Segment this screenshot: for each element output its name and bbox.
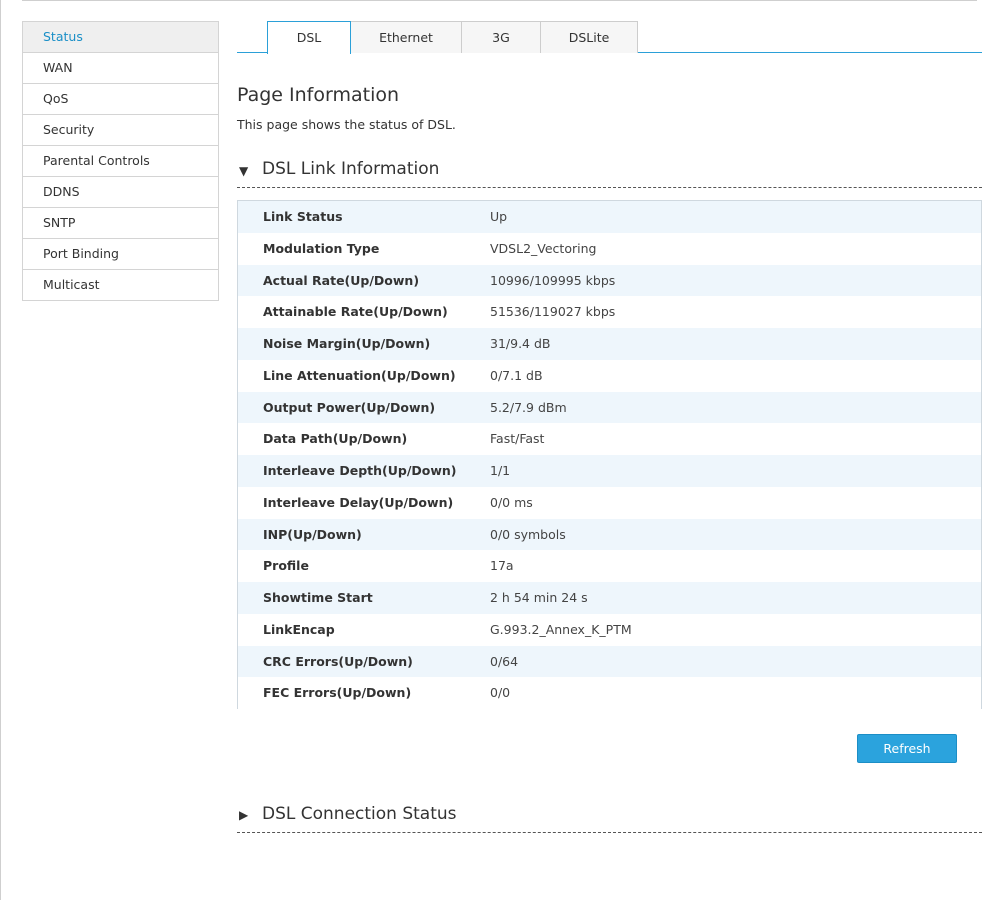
triangle-down-icon: ▼ bbox=[239, 164, 249, 178]
tab-dsl[interactable]: DSL bbox=[267, 21, 351, 54]
table-row: Actual Rate(Up/Down) 10996/109995 kbps bbox=[238, 264, 981, 297]
sidebar-item-ddns[interactable]: DDNS bbox=[23, 177, 218, 208]
row-value: 0/7.1 dB bbox=[490, 367, 543, 383]
row-value: G.993.2_Annex_K_PTM bbox=[490, 621, 632, 637]
row-label: Profile bbox=[263, 558, 309, 574]
row-value: 17a bbox=[490, 558, 514, 574]
row-value: 0/64 bbox=[490, 653, 519, 669]
row-value: 2 h 54 min 24 s bbox=[490, 590, 588, 605]
sidebar-item-security[interactable]: Security bbox=[23, 115, 218, 146]
row-label: Showtime Start bbox=[263, 590, 373, 605]
row-label: Data Path(Up/Down) bbox=[263, 431, 408, 447]
row-value: Up bbox=[490, 209, 508, 224]
table-row: Showtime Start 2 h 54 min 24 s bbox=[238, 582, 981, 614]
sidebar-item-parental-controls[interactable]: Parental Controls bbox=[23, 146, 218, 177]
row-value: 1/1 bbox=[490, 463, 511, 478]
refresh-button[interactable]: Refresh bbox=[857, 734, 957, 763]
table-row: Attainable Rate(Up/Down) 51536/119027 kb… bbox=[238, 296, 981, 328]
row-value: 0/0 bbox=[490, 685, 511, 701]
table-row: Data Path(Up/Down) Fast/Fast bbox=[238, 423, 981, 455]
row-label: Modulation Type bbox=[263, 240, 380, 256]
row-label: Actual Rate(Up/Down) bbox=[263, 272, 420, 288]
sidebar-nav: Status WAN QoS Security Parental Control… bbox=[22, 21, 219, 301]
row-label: FEC Errors(Up/Down) bbox=[263, 685, 412, 701]
table-row: CRC Errors(Up/Down) 0/64 bbox=[238, 645, 981, 678]
row-value: Fast/Fast bbox=[490, 431, 545, 447]
tab-3g[interactable]: 3G bbox=[461, 21, 541, 53]
row-label: Output Power(Up/Down) bbox=[263, 399, 436, 415]
table-row: Line Attenuation(Up/Down) 0/7.1 dB bbox=[238, 359, 981, 392]
triangle-right-icon: ▶ bbox=[239, 808, 249, 822]
row-label: CRC Errors(Up/Down) bbox=[263, 653, 413, 669]
table-row: Output Power(Up/Down) 5.2/7.9 dBm bbox=[238, 391, 981, 424]
table-row: Noise Margin(Up/Down) 31/9.4 dB bbox=[238, 328, 981, 360]
tab-ethernet[interactable]: Ethernet bbox=[350, 21, 462, 53]
tab-dslite[interactable]: DSLite bbox=[540, 21, 638, 53]
sidebar-item-status[interactable]: Status bbox=[23, 22, 218, 53]
sidebar-item-port-binding[interactable]: Port Binding bbox=[23, 239, 218, 270]
table-row: INP(Up/Down) 0/0 symbols bbox=[238, 518, 981, 551]
table-row: Modulation Type VDSL2_Vectoring bbox=[238, 232, 981, 265]
table-row: Profile 17a bbox=[238, 550, 981, 582]
sidebar-item-sntp[interactable]: SNTP bbox=[23, 208, 218, 239]
table-row: Interleave Delay(Up/Down) 0/0 ms bbox=[238, 486, 981, 519]
dsl-connection-status-header[interactable]: ▶ DSL Connection Status bbox=[237, 803, 982, 833]
table-row: FEC Errors(Up/Down) 0/0 bbox=[238, 677, 981, 709]
row-label: Noise Margin(Up/Down) bbox=[263, 336, 431, 351]
tab-bar: Ethernet 3G DSLite DSL bbox=[237, 21, 982, 54]
row-value: 0/0 ms bbox=[490, 494, 533, 510]
page-title: Page Information bbox=[237, 84, 400, 106]
row-label: Line Attenuation(Up/Down) bbox=[263, 367, 456, 383]
row-value: 31/9.4 dB bbox=[490, 336, 551, 351]
sidebar-item-wan[interactable]: WAN bbox=[23, 53, 218, 84]
page-description: This page shows the status of DSL. bbox=[237, 117, 456, 132]
section-title: DSL Connection Status bbox=[262, 804, 457, 824]
row-label: INP(Up/Down) bbox=[263, 526, 362, 542]
sidebar-item-multicast[interactable]: Multicast bbox=[23, 270, 218, 301]
row-value: VDSL2_Vectoring bbox=[490, 240, 597, 256]
row-value: 0/0 symbols bbox=[490, 526, 566, 542]
row-label: LinkEncap bbox=[263, 621, 335, 637]
sidebar-item-qos[interactable]: QoS bbox=[23, 84, 218, 115]
row-value: 51536/119027 kbps bbox=[490, 304, 616, 320]
table-row: Interleave Depth(Up/Down) 1/1 bbox=[238, 455, 981, 487]
row-label: Interleave Depth(Up/Down) bbox=[263, 463, 457, 478]
row-label: Attainable Rate(Up/Down) bbox=[263, 304, 448, 320]
section-title: DSL Link Information bbox=[262, 159, 440, 179]
row-label: Link Status bbox=[263, 209, 343, 224]
row-label: Interleave Delay(Up/Down) bbox=[263, 494, 454, 510]
dsl-link-info-table: Link Status Up Modulation Type VDSL2_Vec… bbox=[237, 200, 982, 709]
table-row: LinkEncap G.993.2_Annex_K_PTM bbox=[238, 613, 981, 646]
dsl-link-info-header[interactable]: ▼ DSL Link Information bbox=[237, 158, 982, 188]
row-value: 10996/109995 kbps bbox=[490, 272, 616, 288]
top-divider bbox=[22, 0, 977, 1]
table-row: Link Status Up bbox=[238, 201, 981, 233]
row-value: 5.2/7.9 dBm bbox=[490, 399, 567, 415]
